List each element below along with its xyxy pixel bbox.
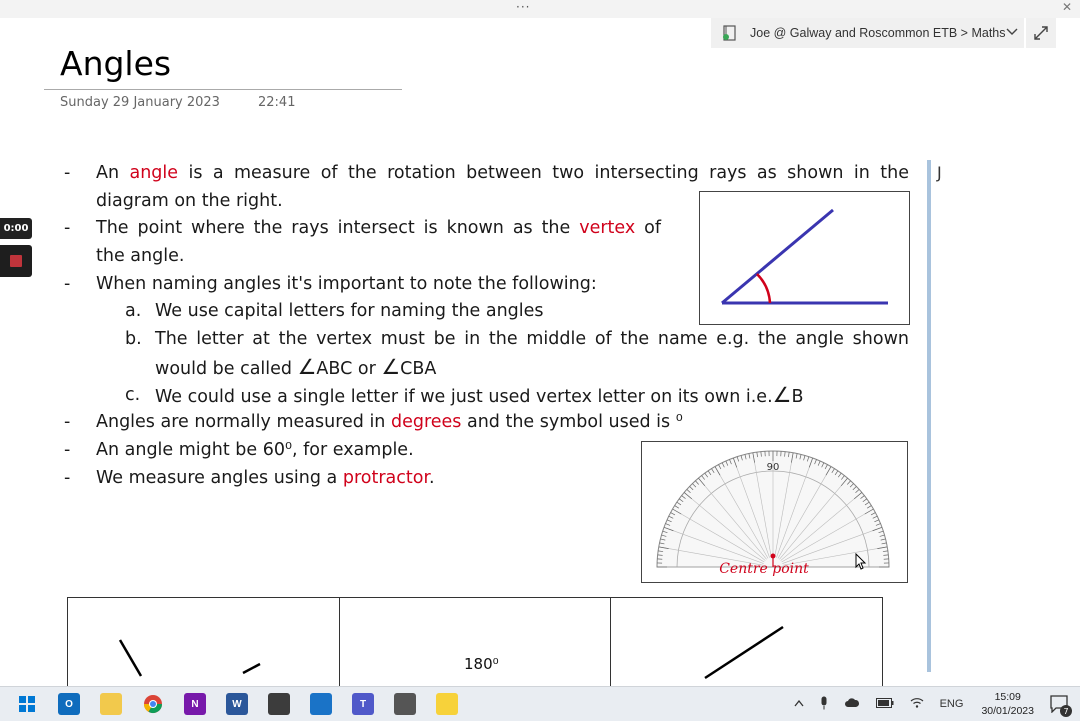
protractor-drawing: 90 Centre point <box>642 442 907 582</box>
protractor-top-label: 90 <box>767 462 780 473</box>
clock-time: 15:09 <box>981 690 1034 704</box>
notification-count: 7 <box>1060 705 1072 717</box>
sub-item-b-cont: would be called ∠ABC or ∠CBA <box>64 354 914 382</box>
expand-icon[interactable] <box>1026 18 1056 48</box>
table-cell-1[interactable] <box>68 598 340 688</box>
note-line-1: - An angle is a measure of the rotation … <box>64 160 914 188</box>
sub-item-b: b. The letter at the vertex must be in t… <box>64 326 914 354</box>
mouse-cursor-icon <box>855 553 867 575</box>
notebook-icon <box>722 25 738 41</box>
angle-diagram[interactable] <box>699 191 910 325</box>
taskbar-clock[interactable]: 15:09 30/01/2023 <box>981 690 1034 718</box>
note-text: An angle might be 60⁰, for example. <box>96 437 414 465</box>
page-time: 22:41 <box>258 95 295 110</box>
notebook-breadcrumb[interactable]: Joe @ Galway and Roscommon ETB > Maths <box>711 18 1024 48</box>
word-icon[interactable]: W <box>226 693 248 715</box>
sub-item-c: c. We could use a single letter if we ju… <box>64 382 914 410</box>
file-explorer-icon[interactable] <box>100 693 122 715</box>
note-text: The point where the rays intersect is kn… <box>96 215 661 243</box>
term-degrees: degrees <box>391 412 461 432</box>
wifi-icon[interactable] <box>910 697 924 711</box>
note-text: diagram on the right. <box>96 188 283 216</box>
note-text: Angles are normally measured in degrees … <box>96 409 683 437</box>
window-top-bar: ··· ✕ <box>0 0 1080 18</box>
angles-table[interactable]: 180⁰ <box>67 597 883 688</box>
edge-icon[interactable] <box>310 693 332 715</box>
term-protractor: protractor <box>343 468 429 488</box>
page-title[interactable]: Angles <box>60 44 171 83</box>
recording-timer: 0:00 <box>0 218 32 239</box>
clock-date: 30/01/2023 <box>981 704 1034 718</box>
bullet-dash: - <box>64 437 70 465</box>
side-text[interactable]: J <box>937 163 942 182</box>
bullet-dash: - <box>64 465 70 493</box>
note-text: An angle is a measure of the rotation be… <box>96 160 909 188</box>
stop-icon <box>10 255 22 267</box>
taskbar: O NW T ENG 15:09 30/01/2023 7 <box>0 686 1080 721</box>
microphone-icon[interactable] <box>820 696 828 713</box>
table-180-label: 180⁰ <box>464 655 499 673</box>
note-text: We measure angles using a protractor. <box>96 465 435 493</box>
breadcrumb-text: Joe @ Galway and Roscommon ETB > Maths <box>750 26 1006 40</box>
stop-recording-button[interactable] <box>0 245 32 277</box>
notification-icon[interactable]: 7 <box>1050 695 1068 713</box>
list-letter: c. <box>125 382 140 410</box>
taskbar-apps: O NW T <box>4 693 468 715</box>
centre-point-label: Centre point <box>719 561 809 577</box>
table-cell-2[interactable]: 180⁰ <box>339 598 611 688</box>
chrome-icon[interactable] <box>142 693 164 715</box>
note-text: We could use a single letter if we just … <box>155 382 803 412</box>
bullet-dash: - <box>64 160 70 188</box>
outlook-icon[interactable]: O <box>58 693 80 715</box>
list-letter: b. <box>125 326 142 354</box>
list-letter: a. <box>125 298 141 326</box>
windows-start-icon[interactable] <box>16 693 38 715</box>
window-menu-dots[interactable]: ··· <box>516 0 530 14</box>
phone-icon[interactable] <box>394 693 416 715</box>
note-text: We use capital letters for naming the an… <box>155 298 544 326</box>
language-indicator[interactable]: ENG <box>940 698 964 710</box>
system-tray: ENG 15:09 30/01/2023 7 <box>786 687 1080 721</box>
battery-icon[interactable] <box>876 698 894 711</box>
chevron-down-icon[interactable] <box>1006 27 1018 39</box>
window-close-button[interactable]: ✕ <box>1062 0 1072 14</box>
title-underline <box>44 89 402 90</box>
onenote-icon[interactable]: N <box>184 693 206 715</box>
bullet-dash: - <box>64 409 70 437</box>
term-vertex: vertex <box>579 218 635 238</box>
note-text: The letter at the vertex must be in the … <box>155 326 909 354</box>
teams-icon[interactable]: T <box>352 693 374 715</box>
table-cell-3[interactable] <box>610 598 881 688</box>
calculator-icon[interactable] <box>268 693 290 715</box>
page-edge-bar <box>927 160 931 672</box>
bullet-dash: - <box>64 271 70 299</box>
bullet-dash: - <box>64 215 70 243</box>
term-angle: angle <box>129 163 178 183</box>
note-text: would be called ∠ABC or ∠CBA <box>155 354 436 384</box>
cloud-icon[interactable] <box>844 698 860 711</box>
page-date: Sunday 29 January 2023 <box>60 95 220 110</box>
note-text: the angle. <box>96 243 184 271</box>
protractor-image[interactable]: 90 Centre point <box>641 441 908 583</box>
sticky-notes-icon[interactable] <box>436 693 458 715</box>
chevron-up-icon[interactable] <box>794 698 804 710</box>
note-line-6: - Angles are normally measured in degree… <box>64 409 914 437</box>
note-text: When naming angles it's important to not… <box>96 271 597 299</box>
